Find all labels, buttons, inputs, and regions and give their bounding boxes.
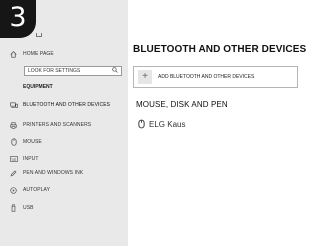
- sidebar-item-label: HOME PAGE: [23, 51, 54, 57]
- section-title-mouse-disk-pen: MOUSE, DISK AND PEN: [136, 100, 228, 109]
- sidebar-item-autoplay[interactable]: AUTOPLAY: [9, 185, 50, 195]
- search-input[interactable]: LOOK FOR SETTINGS: [24, 66, 122, 76]
- sidebar-item-pen[interactable]: PEN AND WINDOWS INK: [9, 168, 83, 178]
- mouse-icon: [138, 119, 145, 129]
- sidebar-item-input[interactable]: INPUT: [9, 154, 39, 164]
- sidebar-item-usb[interactable]: USB: [9, 203, 34, 213]
- sidebar-item-label: PRINTERS AND SCANNERS: [23, 122, 92, 128]
- search-icon: [112, 67, 118, 75]
- pen-icon: [9, 169, 18, 178]
- add-device-label: ADD BLUETOOTH AND OTHER DEVICES: [158, 74, 255, 80]
- sidebar-item-label: BLUETOOTH AND OTHER DEVICES: [23, 102, 111, 108]
- keyboard-icon: [9, 155, 18, 164]
- home-icon: [9, 50, 18, 59]
- bluetooth-devices-icon: [9, 101, 18, 110]
- mouse-icon: [9, 138, 18, 147]
- sidebar-item-bluetooth[interactable]: BLUETOOTH AND OTHER DEVICES: [9, 100, 110, 110]
- step-badge: 3: [0, 0, 36, 38]
- usb-icon: [9, 204, 18, 213]
- section-header-equipment: EQUIPMENT: [23, 84, 53, 90]
- window-icon: [36, 33, 42, 37]
- sidebar-item-label: PEN AND WINDOWS INK: [23, 170, 84, 176]
- device-item[interactable]: ELG Kaus: [138, 119, 185, 129]
- plus-icon: +: [138, 70, 152, 84]
- autoplay-icon: [9, 186, 18, 195]
- sidebar-item-label: USB: [23, 205, 34, 211]
- sidebar-item-home[interactable]: HOME PAGE: [9, 49, 54, 59]
- page-title: BLUETOOTH AND OTHER DEVICES: [133, 44, 307, 55]
- sidebar-item-printers[interactable]: PRINTERS AND SCANNERS: [9, 120, 91, 130]
- sidebar-item-label: AUTOPLAY: [23, 187, 51, 193]
- sidebar: 3 HOME PAGE LOOK FOR SETTINGS EQUIPMENT …: [0, 0, 128, 246]
- device-name: ELG Kaus: [149, 119, 186, 129]
- add-device-button[interactable]: + ADD BLUETOOTH AND OTHER DEVICES: [133, 66, 298, 88]
- search-placeholder: LOOK FOR SETTINGS: [28, 68, 81, 74]
- printer-icon: [9, 121, 18, 130]
- sidebar-item-label: MOUSE: [23, 139, 42, 145]
- sidebar-item-mouse[interactable]: MOUSE: [9, 137, 42, 147]
- sidebar-item-label: INPUT: [23, 156, 39, 162]
